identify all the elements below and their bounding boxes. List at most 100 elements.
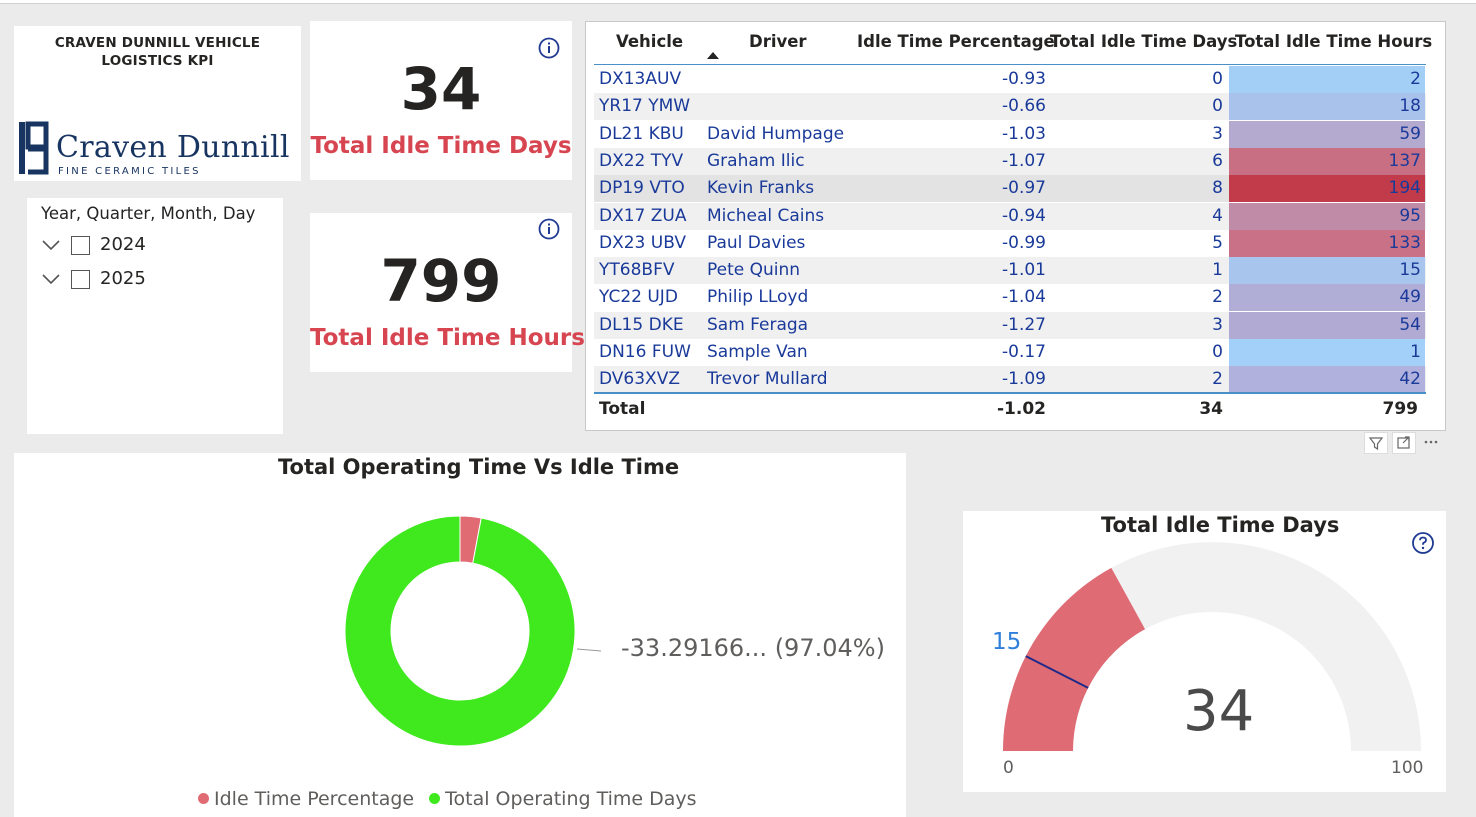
table-row[interactable]: DL15 DKE Sam Feraga -1.27 3 54 (594, 311, 1426, 339)
cell-idle-hours: 54 (1399, 314, 1421, 335)
cell-vehicle: DX17 ZUA (599, 205, 687, 226)
cell-idle-days: 3 (1212, 123, 1223, 144)
cell-idle-hours: 95 (1399, 205, 1421, 226)
vehicle-idle-table[interactable]: Vehicle Driver Idle Time Percentage Tota… (585, 21, 1446, 431)
total-days: 34 (1199, 399, 1223, 419)
cell-idle-days: 0 (1212, 342, 1223, 362)
total-pct: -1.02 (997, 399, 1046, 419)
table-row[interactable]: DX23 UBV Paul Davies -0.99 5 133 (594, 229, 1426, 257)
cell-idle-hours: 1 (1410, 342, 1421, 362)
cell-idle-hours-bg: 2 (1229, 66, 1425, 93)
table-row[interactable]: DV63XVZ Trevor Mullard -1.09 2 42 (594, 366, 1426, 394)
cell-driver: Graham Ilic (707, 150, 805, 171)
cell-idle-pct: -0.17 (1002, 342, 1046, 362)
kpi-card-idle-days[interactable]: 34 Total Idle Time Days (310, 21, 572, 180)
total-hours: 799 (1382, 399, 1419, 419)
cell-idle-pct: -0.97 (1002, 178, 1046, 199)
checkbox[interactable] (71, 270, 90, 289)
cell-vehicle: DX23 UBV (599, 232, 686, 253)
column-header-driver[interactable]: Driver (749, 32, 807, 51)
header-divider (594, 64, 1426, 65)
cell-idle-days: 1 (1212, 260, 1223, 281)
cell-idle-hours: 137 (1388, 150, 1421, 171)
legend-swatch (429, 793, 441, 804)
slicer-title: Year, Quarter, Month, Day (41, 204, 256, 223)
focus-mode-icon[interactable] (1392, 432, 1416, 454)
cell-idle-hours: 42 (1399, 369, 1421, 390)
column-header-idle-days[interactable]: Total Idle Time Days (1050, 32, 1237, 51)
slicer-item-2024[interactable]: 2024 (41, 234, 271, 262)
cell-idle-hours: 18 (1399, 96, 1421, 117)
date-slicer: Year, Quarter, Month, Day 2024 2025 (27, 198, 283, 434)
donut-slice-operating-days[interactable] (344, 515, 576, 747)
table-row[interactable]: YR17 YMW -0.66 0 18 (594, 93, 1426, 121)
cell-vehicle: YR17 YMW (599, 96, 691, 117)
cell-vehicle: DX13AUV (599, 69, 682, 89)
idle-days-gauge-card[interactable]: Total Idle Time Days 15 34 0 100 (963, 511, 1446, 792)
cell-idle-hours: 194 (1388, 178, 1421, 199)
table-row[interactable]: DL21 KBU David Humpage -1.03 3 59 (594, 120, 1426, 148)
cell-idle-pct: -0.99 (1002, 232, 1046, 253)
cell-idle-pct: -1.04 (1002, 287, 1046, 308)
info-icon[interactable] (538, 218, 560, 240)
slicer-item-label: 2024 (100, 234, 146, 255)
donut-data-label: -33.29166... (97.04%) (621, 634, 885, 662)
cell-driver: Philip LLoyd (707, 287, 809, 308)
table-row[interactable]: YT68BFV Pete Quinn -1.01 1 15 (594, 257, 1426, 285)
legend-item-idle-pct[interactable]: Idle Time Percentage (214, 788, 414, 810)
gauge-max-label: 100 (1391, 758, 1424, 778)
kpi-value: 34 (400, 55, 482, 123)
more-options-icon[interactable] (1420, 432, 1444, 454)
table-row[interactable]: DX22 TYV Graham Ilic -1.07 6 137 (594, 147, 1426, 175)
sort-ascending-icon (707, 52, 719, 59)
cell-idle-hours-bg: 194 (1229, 175, 1425, 203)
table-row[interactable]: DX17 ZUA Micheal Cains -0.94 4 95 (594, 202, 1426, 230)
gauge-min-label: 0 (1003, 758, 1014, 778)
cell-idle-hours-bg: 15 (1229, 257, 1425, 285)
visual-header-icons (1364, 432, 1446, 456)
cell-idle-pct: -0.94 (1002, 205, 1046, 226)
legend-item-operating-days[interactable]: Total Operating Time Days (445, 788, 696, 810)
cell-vehicle: DV63XVZ (599, 369, 680, 390)
chevron-down-icon[interactable] (41, 238, 61, 252)
cell-driver: Pete Quinn (707, 260, 801, 281)
table-row[interactable]: DN16 FUW Sample Van -0.17 0 1 (594, 339, 1426, 366)
column-header-idle-pct[interactable]: Idle Time Percentage (857, 32, 1055, 51)
operating-vs-idle-donut-card[interactable]: Total Operating Time Vs Idle Time -33.29… (14, 453, 906, 817)
cell-vehicle: DP19 VTO (599, 178, 685, 199)
kpi-label: Total Idle Time Days (310, 133, 572, 159)
kpi-card-idle-hours[interactable]: 799 Total Idle Time Hours (310, 213, 585, 372)
slicer-item-2025[interactable]: 2025 (41, 268, 271, 296)
table-row[interactable]: DP19 VTO Kevin Franks -0.97 8 194 (594, 175, 1426, 203)
cell-idle-pct: -1.01 (1002, 260, 1046, 281)
cell-driver: Paul Davies (707, 232, 806, 253)
filter-icon[interactable] (1364, 432, 1388, 454)
cell-idle-hours-bg: 49 (1229, 284, 1425, 312)
cell-idle-days: 6 (1212, 150, 1223, 171)
gauge-chart[interactable] (963, 511, 1446, 792)
table-row[interactable]: YC22 UJD Philip LLoyd -1.04 2 49 (594, 284, 1426, 312)
cell-idle-hours: 133 (1388, 232, 1421, 253)
cell-idle-hours-bg: 42 (1229, 366, 1425, 394)
cell-idle-days: 2 (1212, 287, 1223, 308)
cell-idle-hours-bg: 137 (1229, 147, 1425, 175)
cell-driver: Kevin Franks (707, 178, 815, 199)
cell-idle-hours-bg: 59 (1229, 120, 1425, 148)
chevron-down-icon[interactable] (41, 272, 61, 286)
column-header-vehicle[interactable]: Vehicle (616, 32, 683, 51)
table-total-row: Total -1.02 34 799 (594, 396, 1426, 422)
gauge-value: 34 (1183, 679, 1255, 744)
table-row[interactable]: DX13AUV -0.93 0 2 (594, 66, 1426, 93)
cell-vehicle: DN16 FUW (599, 342, 691, 362)
slicer-item-label: 2025 (100, 268, 146, 289)
cell-idle-pct: -1.03 (1002, 123, 1046, 144)
checkbox[interactable] (71, 236, 90, 255)
cell-idle-hours: 59 (1399, 123, 1421, 144)
craven-dunnill-logo-icon (19, 121, 49, 175)
cell-vehicle: YT68BFV (599, 260, 675, 281)
cell-driver: Micheal Cains (707, 205, 825, 226)
cell-idle-hours-bg: 18 (1229, 93, 1425, 121)
cell-vehicle: DL15 DKE (599, 314, 684, 335)
column-header-idle-hours[interactable]: Total Idle Time Hours (1235, 32, 1432, 51)
cell-idle-days: 3 (1212, 314, 1223, 335)
